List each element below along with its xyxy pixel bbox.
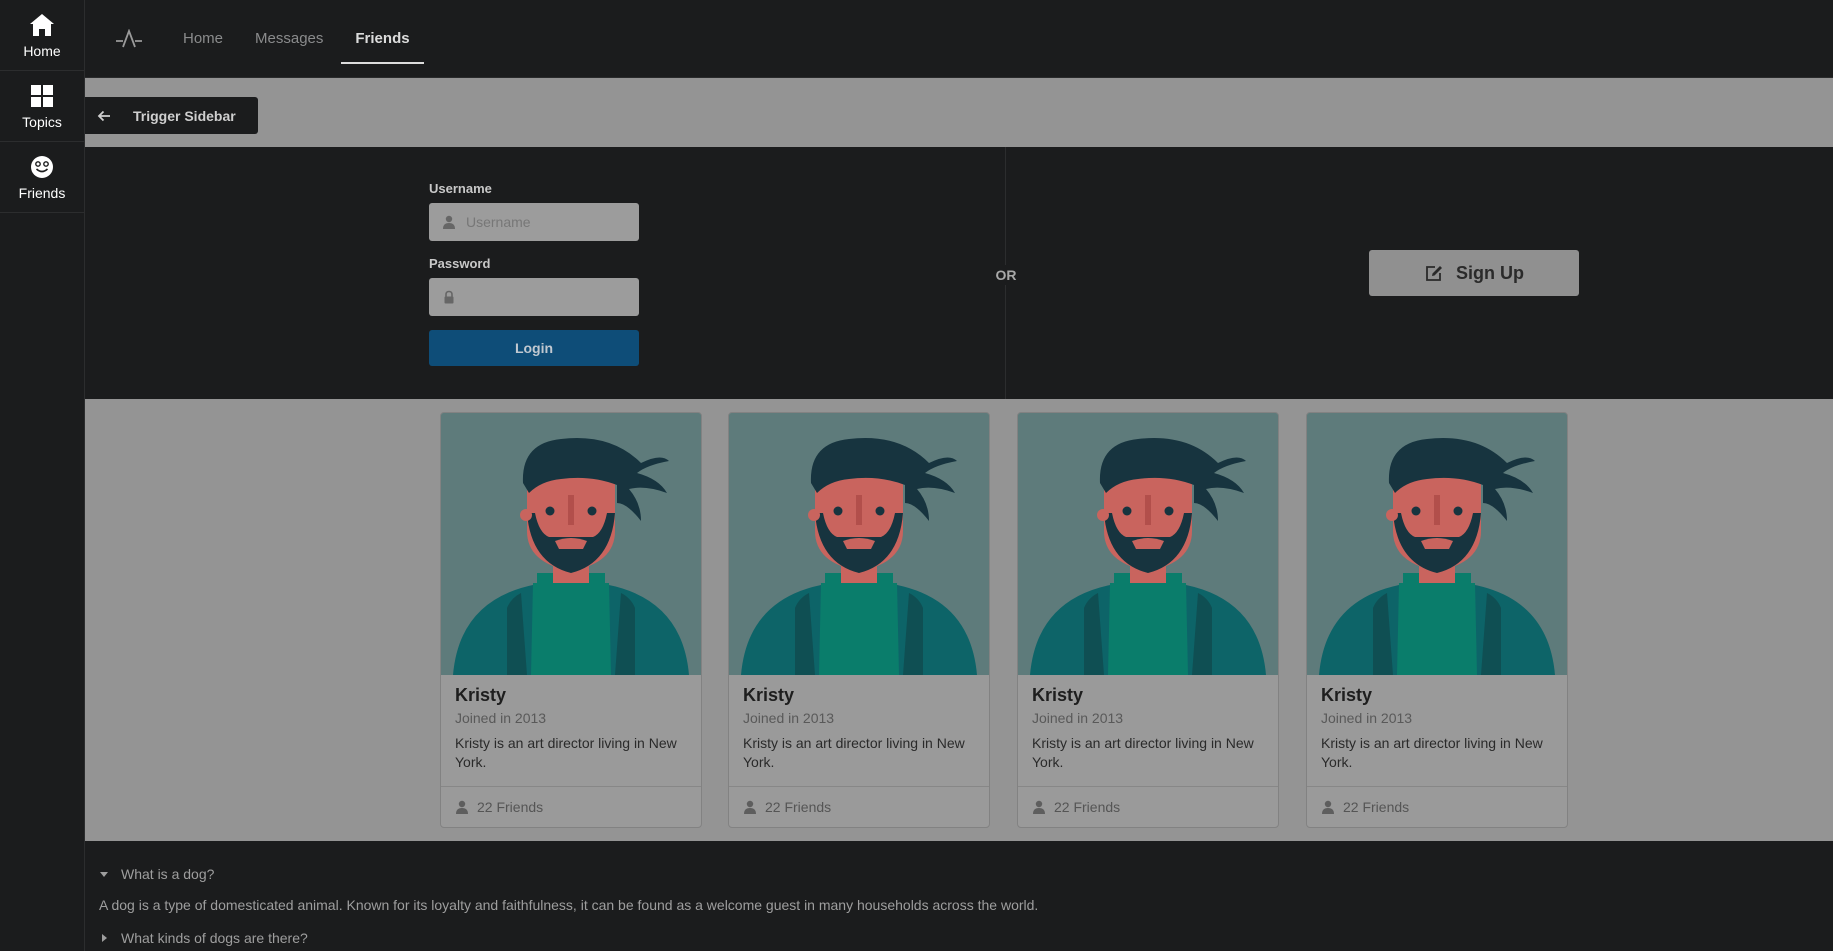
user-icon: [443, 215, 455, 229]
card-friends-link[interactable]: 22 Friends: [1307, 786, 1567, 827]
cards-section: Kristy Joined in 2013 Kristy is an art d…: [85, 399, 1833, 841]
card-meta: Joined in 2013: [1321, 710, 1413, 726]
card-friends-count: 22 Friends: [1054, 799, 1121, 815]
arrow-left-icon: [97, 110, 110, 121]
username-input[interactable]: [466, 214, 636, 230]
user-icon: [1322, 800, 1334, 814]
username-label: Username: [429, 181, 492, 196]
avatar-image: [729, 413, 989, 675]
avatar-image: [441, 413, 701, 675]
card-content: Kristy Joined in 2013 Kristy is an art d…: [1307, 675, 1567, 772]
password-input[interactable]: [466, 289, 636, 305]
sidebar-item-topics[interactable]: Topics: [0, 71, 84, 142]
username-field[interactable]: [429, 203, 639, 241]
avatar-image: [1018, 413, 1278, 675]
icon-sidebar: Home Topics Friends: [0, 0, 85, 951]
nav-item-messages[interactable]: Messages: [239, 0, 339, 78]
edit-icon: [1426, 266, 1442, 281]
or-label: OR: [991, 265, 1021, 285]
nav-item-home[interactable]: Home: [167, 0, 239, 78]
user-icon: [456, 800, 468, 814]
sign-up-label: Sign Up: [1456, 262, 1524, 283]
logo-icon[interactable]: [115, 28, 143, 49]
card-friends-count: 22 Friends: [1343, 799, 1410, 815]
user-icon: [744, 800, 756, 814]
card-name[interactable]: Kristy: [455, 685, 687, 706]
login-section: Username Password Login OR Sign Up: [85, 147, 1833, 399]
accordion-content: A dog is a type of domesticated animal. …: [99, 897, 1039, 913]
friend-card[interactable]: Kristy Joined in 2013 Kristy is an art d…: [728, 412, 990, 828]
smile-icon: [31, 155, 53, 178]
trigger-sidebar-button[interactable]: Trigger Sidebar: [85, 97, 258, 134]
card-name[interactable]: Kristy: [743, 685, 975, 706]
sidebar-item-label: Home: [23, 42, 61, 59]
card-description: Kristy is an art director living in New …: [455, 735, 677, 770]
card-friends-count: 22 Friends: [765, 799, 832, 815]
sidebar-item-home[interactable]: Home: [0, 0, 84, 71]
caret-down-icon: [100, 872, 108, 877]
card-description: Kristy is an art director living in New …: [743, 735, 965, 770]
friend-card[interactable]: Kristy Joined in 2013 Kristy is an art d…: [1017, 412, 1279, 828]
sign-up-button[interactable]: Sign Up: [1369, 250, 1579, 296]
card-meta: Joined in 2013: [743, 710, 835, 726]
login-button[interactable]: Login: [429, 330, 639, 366]
sidebar-item-label: Topics: [22, 113, 62, 130]
card-content: Kristy Joined in 2013 Kristy is an art d…: [729, 675, 989, 772]
accordion: What is a dog? A dog is a type of domest…: [85, 841, 1833, 951]
avatar-image: [1307, 413, 1567, 675]
accordion-title-dog[interactable]: What is a dog?: [99, 865, 1833, 883]
sidebar-item-friends[interactable]: Friends: [0, 142, 84, 213]
card-description: Kristy is an art director living in New …: [1321, 735, 1543, 770]
card-friends-link[interactable]: 22 Friends: [441, 786, 701, 827]
main-area: Home Messages Friends Trigger Sidebar Us…: [85, 0, 1833, 951]
card-content: Kristy Joined in 2013 Kristy is an art d…: [441, 675, 701, 772]
card-friends-link[interactable]: 22 Friends: [1018, 786, 1278, 827]
card-friends-link[interactable]: 22 Friends: [729, 786, 989, 827]
card-content: Kristy Joined in 2013 Kristy is an art d…: [1018, 675, 1278, 772]
password-field[interactable]: [429, 278, 639, 316]
lock-icon: [444, 290, 454, 304]
friend-card[interactable]: Kristy Joined in 2013 Kristy is an art d…: [1306, 412, 1568, 828]
password-label: Password: [429, 256, 491, 271]
user-icon: [1033, 800, 1045, 814]
accordion-title-label: What kinds of dogs are there?: [121, 930, 308, 946]
accordion-title-label: What is a dog?: [121, 866, 215, 882]
friend-card[interactable]: Kristy Joined in 2013 Kristy is an art d…: [440, 412, 702, 828]
sidebar-item-label: Friends: [18, 184, 66, 201]
caret-right-icon: [102, 934, 107, 942]
card-name[interactable]: Kristy: [1032, 685, 1264, 706]
accordion-title-dog-kinds[interactable]: What kinds of dogs are there?: [99, 929, 1833, 947]
grid-icon: [31, 84, 53, 107]
home-icon: [30, 13, 54, 36]
card-meta: Joined in 2013: [1032, 710, 1124, 726]
card-meta: Joined in 2013: [455, 710, 547, 726]
card-description: Kristy is an art director living in New …: [1032, 735, 1254, 770]
nav-item-friends[interactable]: Friends: [339, 0, 425, 78]
card-friends-count: 22 Friends: [477, 799, 544, 815]
top-menu: Home Messages Friends: [85, 0, 1833, 78]
card-name[interactable]: Kristy: [1321, 685, 1553, 706]
trigger-sidebar-label: Trigger Sidebar: [133, 107, 236, 124]
trigger-bar: Trigger Sidebar: [85, 78, 1833, 147]
